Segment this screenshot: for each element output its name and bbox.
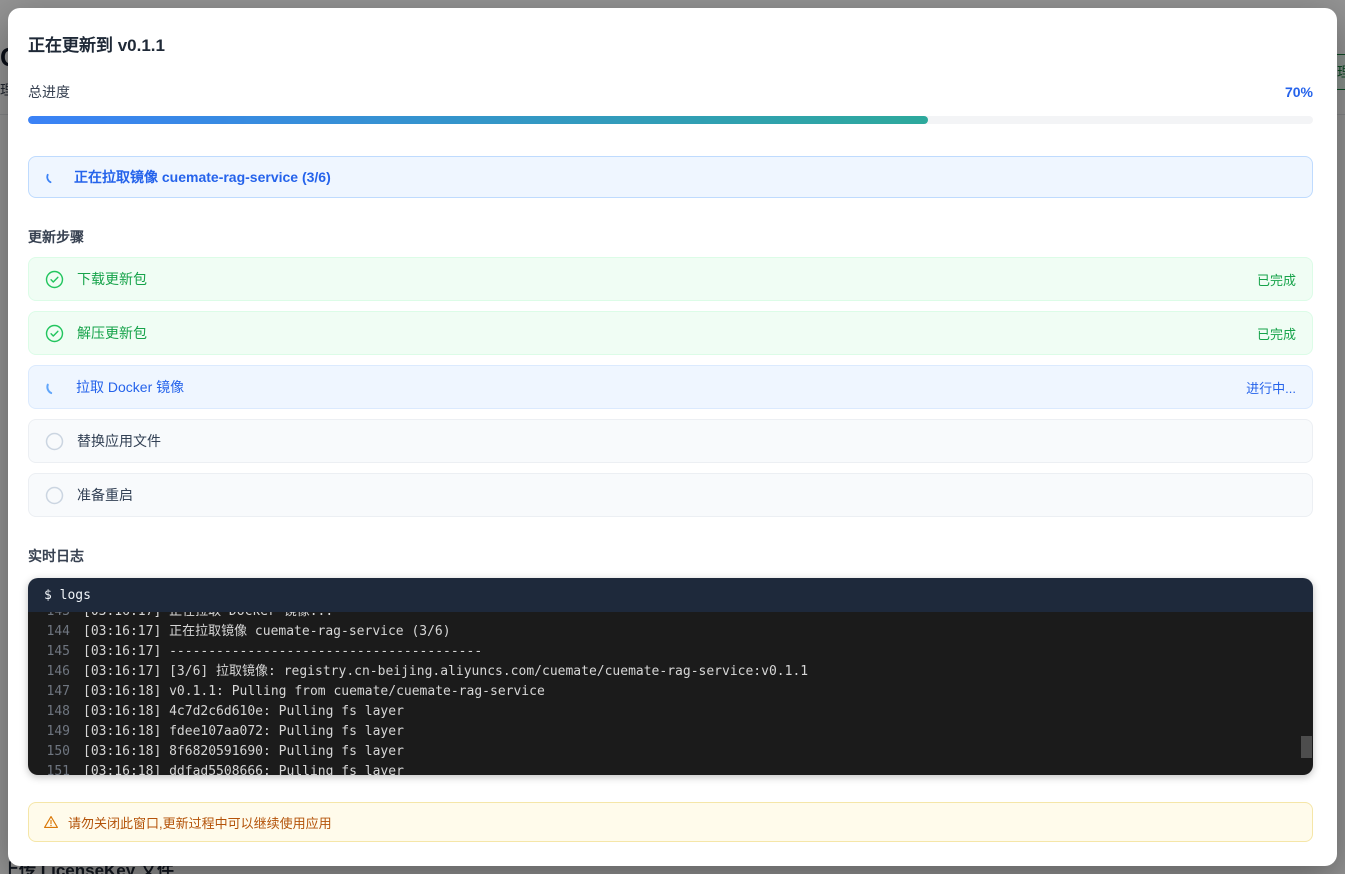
log-line: 150[03:16:18] 8f6820591690: Pulling fs l… (42, 742, 1313, 762)
log-line: 148[03:16:18] 4c7d2c6d610e: Pulling fs l… (42, 702, 1313, 722)
step-replace-files: 替换应用文件 (28, 419, 1313, 463)
current-status-banner: 正在拉取镜像 cuemate-rag-service (3/6) (28, 156, 1313, 198)
step-status-badge: 已完成 (1257, 270, 1296, 289)
step-label: 解压更新包 (77, 323, 147, 343)
progress-bar-track (28, 116, 1313, 124)
log-line: 144[03:16:17] 正在拉取镜像 cuemate-rag-service… (42, 622, 1313, 642)
logs-heading: 实时日志 (28, 546, 1313, 566)
terminal-log-viewport[interactable]: 143[03:16:17] 正在拉取 Docker 镜像... 144[03:1… (28, 612, 1313, 775)
step-label: 替换应用文件 (77, 431, 161, 451)
check-circle-icon (45, 324, 64, 343)
empty-circle-icon (45, 432, 64, 451)
do-not-close-warning: 请勿关闭此窗口,更新过程中可以继续使用应用 (28, 802, 1313, 842)
log-line: 145[03:16:17] --------------------------… (42, 642, 1313, 662)
step-label: 拉取 Docker 镜像 (76, 377, 184, 397)
step-label: 准备重启 (77, 485, 133, 505)
terminal-prompt: $ logs (44, 588, 91, 603)
terminal-scrollbar-thumb[interactable] (1301, 736, 1312, 758)
log-line: 151[03:16:18] ddfad5508666: Pulling fs l… (42, 762, 1313, 775)
overall-progress-row: 总进度 70% (28, 82, 1313, 102)
check-circle-icon (45, 270, 64, 289)
warning-text: 请勿关闭此窗口,更新过程中可以继续使用应用 (68, 813, 332, 832)
spinner-icon (45, 169, 61, 185)
step-download-package: 下载更新包 已完成 (28, 257, 1313, 301)
current-status-text: 正在拉取镜像 cuemate-rag-service (3/6) (74, 167, 331, 187)
overall-progress-label: 总进度 (28, 82, 70, 102)
empty-circle-icon (45, 486, 64, 505)
log-line: 143[03:16:17] 正在拉取 Docker 镜像... (42, 612, 1313, 622)
step-extract-package: 解压更新包 已完成 (28, 311, 1313, 355)
step-status-badge: 进行中... (1246, 378, 1296, 397)
update-dialog: 正在更新到 v0.1.1 总进度 70% 正在拉取镜像 cuemate-rag-… (8, 8, 1337, 866)
log-line: 146[03:16:17] [3/6] 拉取镜像: registry.cn-be… (42, 662, 1313, 682)
step-status-badge: 已完成 (1257, 324, 1296, 343)
terminal-header: $ logs (28, 578, 1313, 612)
log-terminal: $ logs 143[03:16:17] 正在拉取 Docker 镜像... 1… (28, 578, 1313, 775)
log-line: 149[03:16:18] fdee107aa072: Pulling fs l… (42, 722, 1313, 742)
terminal-log-lines: 143[03:16:17] 正在拉取 Docker 镜像... 144[03:1… (28, 612, 1313, 775)
spinner-icon (45, 378, 63, 396)
step-label: 下载更新包 (77, 269, 147, 289)
dialog-title: 正在更新到 v0.1.1 (28, 36, 1313, 56)
update-steps-list: 下载更新包 已完成 解压更新包 已完成 拉取 Docker 镜像 进行中... … (28, 257, 1313, 517)
step-prepare-restart: 准备重启 (28, 473, 1313, 517)
overall-progress-percent: 70% (1285, 84, 1313, 100)
step-pull-docker-images: 拉取 Docker 镜像 进行中... (28, 365, 1313, 409)
steps-heading: 更新步骤 (28, 227, 1313, 247)
progress-bar-fill (28, 116, 928, 124)
log-line: 147[03:16:18] v0.1.1: Pulling from cuema… (42, 682, 1313, 702)
warning-triangle-icon (43, 814, 59, 830)
